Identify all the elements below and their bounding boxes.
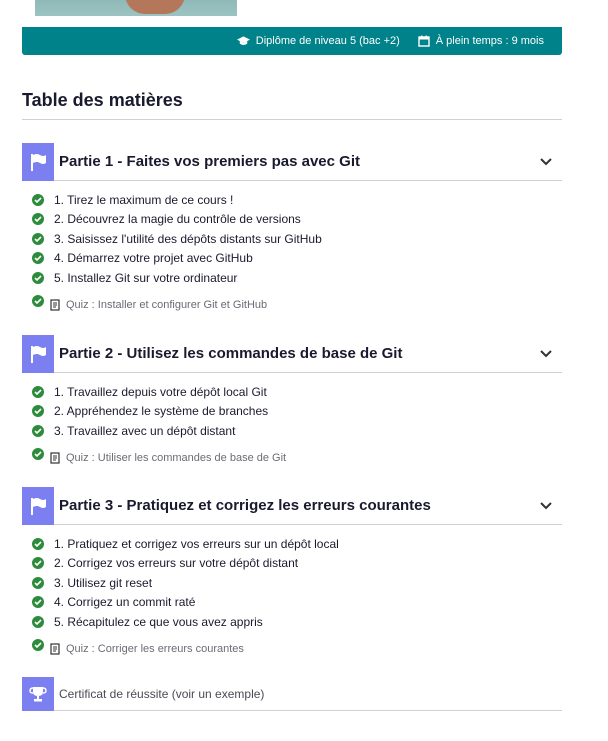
lesson-item[interactable]: 3. Travaillez avec un dépôt distant [22, 421, 562, 441]
diploma-info: Diplôme de niveau 5 (bac +2) [236, 35, 400, 47]
part-3-header[interactable]: Partie 3 - Pratiquez et corrigez les err… [22, 486, 562, 525]
lesson-label: 4. Démarrez votre projet avec GitHub [54, 251, 253, 266]
chevron-down-icon[interactable] [536, 496, 556, 516]
lesson-item[interactable]: 2. Découvrez la magie du contrôle de ver… [22, 210, 562, 230]
part-1-title: Partie 1 - Faites vos premiers pas avec … [59, 153, 360, 170]
lesson-label: 3. Saisissez l'utilité des dépôts distan… [54, 231, 322, 246]
calendar-icon [418, 35, 430, 47]
check-circle-icon [32, 576, 44, 589]
part-2-header[interactable]: Partie 2 - Utilisez les commandes de bas… [22, 334, 562, 373]
certificate-item[interactable]: Certificat de réussite (voir un exemple) [22, 676, 562, 711]
lesson-item[interactable]: 3. Utilisez git reset [22, 573, 562, 593]
check-circle-icon [32, 252, 44, 265]
course-info-bar: Diplôme de niveau 5 (bac +2) À plein tem… [22, 27, 562, 55]
check-circle-icon [32, 615, 44, 628]
part-1: Partie 1 - Faites vos premiers pas avec … [22, 142, 562, 313]
quiz-label: Quiz : Installer et configurer Git et Gi… [66, 298, 268, 311]
lesson-item[interactable]: 2. Corrigez vos erreurs sur votre dépôt … [22, 554, 562, 574]
lesson-item[interactable]: 5. Installez Git sur votre ordinateur [22, 268, 562, 288]
lesson-item[interactable]: 1. Pratiquez et corrigez vos erreurs sur… [22, 534, 562, 554]
quiz-item[interactable]: Quiz : Corriger les erreurs courantes [22, 637, 562, 657]
check-circle-icon [32, 424, 44, 437]
quiz-icon [50, 451, 60, 464]
quiz-item[interactable]: Quiz : Utiliser les commandes de base de… [22, 446, 562, 466]
lesson-item[interactable]: 1. Travaillez depuis votre dépôt local G… [22, 382, 562, 402]
check-circle-icon [32, 405, 44, 418]
part-3-title: Partie 3 - Pratiquez et corrigez les err… [59, 497, 431, 514]
part-3: Partie 3 - Pratiquez et corrigez les err… [22, 486, 562, 657]
part-2: Partie 2 - Utilisez les commandes de bas… [22, 334, 562, 466]
schedule-info: À plein temps : 9 mois [418, 35, 544, 47]
part-2-title: Partie 2 - Utilisez les commandes de bas… [59, 345, 403, 362]
part-1-header[interactable]: Partie 1 - Faites vos premiers pas avec … [22, 142, 562, 181]
check-circle-icon [32, 638, 44, 651]
lesson-label: 2. Appréhendez le système de branches [54, 404, 269, 419]
quiz-label: Quiz : Utiliser les commandes de base de… [66, 451, 287, 464]
lesson-label: 2. Découvrez la magie du contrôle de ver… [54, 212, 301, 227]
chevron-down-icon[interactable] [536, 152, 556, 172]
lesson-item[interactable]: 2. Appréhendez le système de branches [22, 402, 562, 422]
lesson-label: 3. Travaillez avec un dépôt distant [54, 423, 236, 438]
check-circle-icon [32, 294, 44, 307]
lesson-label: 1. Travaillez depuis votre dépôt local G… [54, 384, 267, 399]
lesson-item[interactable]: 5. Récapitulez ce que vous avez appris [22, 612, 562, 632]
lesson-label: 1. Pratiquez et corrigez vos erreurs sur… [54, 536, 339, 551]
lesson-label: 5. Installez Git sur votre ordinateur [54, 270, 238, 285]
chevron-down-icon[interactable] [536, 344, 556, 364]
quiz-item[interactable]: Quiz : Installer et configurer Git et Gi… [22, 293, 562, 313]
lesson-item[interactable]: 4. Corrigez un commit raté [22, 593, 562, 613]
check-circle-icon [32, 557, 44, 570]
flag-icon [22, 486, 54, 525]
lesson-item[interactable]: 1. Tirez le maximum de ce cours ! [22, 190, 562, 210]
check-circle-icon [32, 596, 44, 609]
graduation-cap-icon [236, 36, 250, 45]
check-circle-icon [32, 537, 44, 550]
certificate-label: Certificat de réussite (voir un exemple) [59, 686, 265, 701]
check-circle-icon [32, 213, 44, 226]
lesson-label: 2. Corrigez vos erreurs sur votre dépôt … [54, 556, 299, 571]
lesson-label: 5. Récapitulez ce que vous avez appris [54, 614, 263, 629]
quiz-icon [50, 642, 60, 655]
check-circle-icon [32, 232, 44, 245]
check-circle-icon [32, 193, 44, 206]
quiz-icon [50, 298, 60, 311]
flag-icon [22, 142, 54, 181]
lesson-item[interactable]: 4. Démarrez votre projet avec GitHub [22, 249, 562, 269]
check-circle-icon [32, 385, 44, 398]
lesson-item[interactable]: 3. Saisissez l'utilité des dépôts distan… [22, 229, 562, 249]
schedule-label: À plein temps : 9 mois [435, 35, 544, 47]
check-circle-icon [32, 447, 44, 460]
lesson-label: 3. Utilisez git reset [54, 575, 153, 590]
check-circle-icon [32, 271, 44, 284]
divider [22, 119, 562, 120]
diploma-label: Diplôme de niveau 5 (bac +2) [255, 35, 400, 47]
toc-title: Table des matières [22, 90, 183, 110]
quiz-label: Quiz : Corriger les erreurs courantes [66, 642, 244, 655]
lesson-label: 4. Corrigez un commit raté [54, 595, 196, 610]
flag-icon [22, 334, 54, 373]
lesson-label: 1. Tirez le maximum de ce cours ! [54, 192, 234, 207]
course-hero-image [35, 0, 237, 16]
trophy-icon [22, 676, 54, 711]
